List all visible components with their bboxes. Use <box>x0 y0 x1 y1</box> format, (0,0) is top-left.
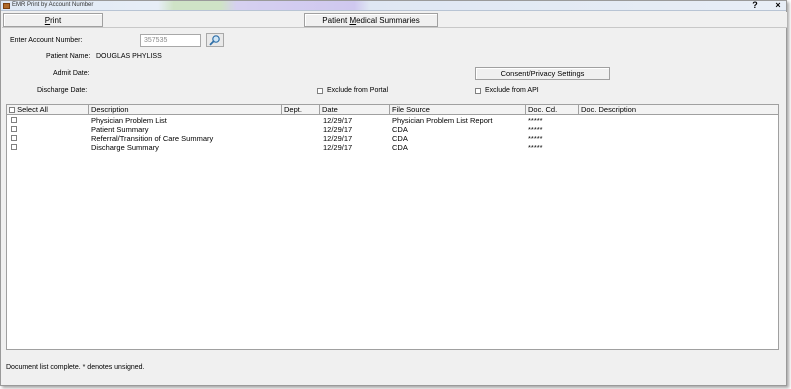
row-date: 12/29/17 <box>323 125 353 134</box>
header-dept[interactable]: Dept. <box>282 105 320 115</box>
table-row[interactable]: Referral/Transition of Care Summary 12/2… <box>7 134 778 143</box>
table-row[interactable]: Discharge Summary 12/29/17 CDA ***** <box>7 143 778 152</box>
toolbar: Print Patient Medical Summaries <box>2 12 787 28</box>
title-bar: EMR Print by Account Number ? × <box>1 1 786 11</box>
exclude-api-checkbox[interactable] <box>475 88 481 94</box>
table-row[interactable]: Physician Problem List 12/29/17 Physicia… <box>7 116 778 125</box>
exclude-portal-label: Exclude from Portal <box>327 87 389 94</box>
app-icon <box>3 3 10 9</box>
print-button-label: rint <box>50 16 62 25</box>
search-button[interactable] <box>206 33 224 47</box>
row-file-source: CDA <box>392 125 408 134</box>
admit-date-label: Admit Date: <box>53 70 90 77</box>
row-checkbox[interactable] <box>11 117 17 123</box>
header-doc-cd[interactable]: Doc. Cd. <box>526 105 579 115</box>
patient-name-value: DOUGLAS PHYLISS <box>96 53 162 60</box>
row-date: 12/29/17 <box>323 143 353 152</box>
magnifier-icon <box>209 35 220 46</box>
emr-print-window: EMR Print by Account Number ? × Print Pa… <box>0 0 787 386</box>
header-description[interactable]: Description <box>89 105 282 115</box>
select-all-header[interactable]: Select All <box>7 105 89 115</box>
patient-name-label: Patient Name: <box>46 53 91 60</box>
row-date: 12/29/17 <box>323 134 353 143</box>
select-all-label: Select All <box>17 105 48 114</box>
row-doc-cd: ***** <box>528 143 543 152</box>
consent-privacy-settings-button[interactable]: Consent/Privacy Settings <box>475 67 610 80</box>
close-button[interactable]: × <box>771 1 785 10</box>
header-doc-description[interactable]: Doc. Description <box>579 105 778 115</box>
window-title: EMR Print by Account Number <box>12 2 94 8</box>
exclude-api-label: Exclude from API <box>485 87 539 94</box>
summaries-label-pre: Patient <box>322 16 350 25</box>
patient-medical-summaries-button[interactable]: Patient Medical Summaries <box>304 13 438 27</box>
row-file-source: Physician Problem List Report <box>392 116 493 125</box>
row-checkbox[interactable] <box>11 135 17 141</box>
account-number-label: Enter Account Number: <box>10 37 83 44</box>
row-description: Patient Summary <box>91 125 149 134</box>
row-date: 12/29/17 <box>323 116 353 125</box>
exclude-portal-checkbox[interactable] <box>317 88 323 94</box>
grid-header: Select All Description Dept. Date File S… <box>7 105 778 115</box>
table-row[interactable]: Patient Summary 12/29/17 CDA ***** <box>7 125 778 134</box>
row-file-source: CDA <box>392 143 408 152</box>
row-checkbox[interactable] <box>11 144 17 150</box>
row-doc-cd: ***** <box>528 134 543 143</box>
help-button[interactable]: ? <box>748 1 762 10</box>
document-list-grid: Select All Description Dept. Date File S… <box>6 104 779 350</box>
print-button[interactable]: Print <box>3 13 103 27</box>
row-doc-cd: ***** <box>528 125 543 134</box>
row-file-source: CDA <box>392 134 408 143</box>
account-number-input[interactable]: 357535 <box>140 34 201 47</box>
row-description: Referral/Transition of Care Summary <box>91 134 214 143</box>
row-checkbox[interactable] <box>11 126 17 132</box>
summaries-label-rest: edical Summaries <box>356 16 420 25</box>
select-all-checkbox[interactable] <box>9 107 15 113</box>
header-file-source[interactable]: File Source <box>390 105 526 115</box>
row-description: Physician Problem List <box>91 116 167 125</box>
row-doc-cd: ***** <box>528 116 543 125</box>
status-message: Document list complete. * denotes unsign… <box>6 364 145 371</box>
row-description: Discharge Summary <box>91 143 159 152</box>
header-date[interactable]: Date <box>320 105 390 115</box>
discharge-date-label: Discharge Date: <box>37 87 88 94</box>
